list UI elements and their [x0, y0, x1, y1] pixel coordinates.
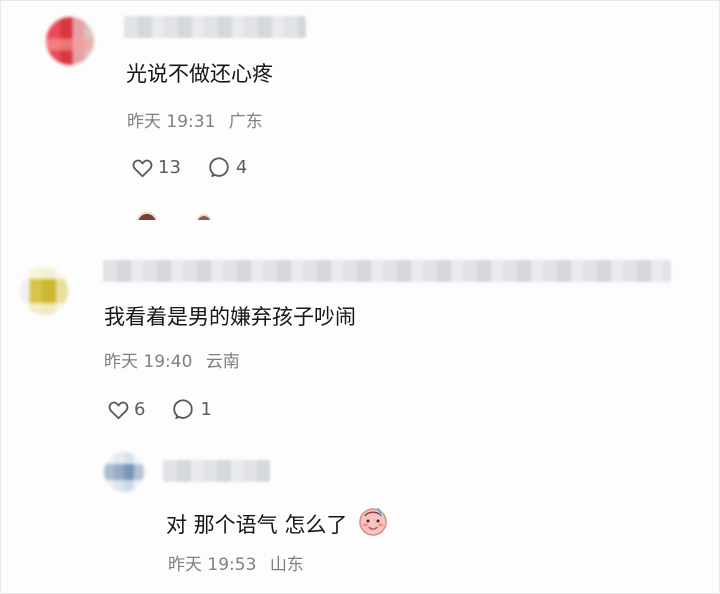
like-count: 6	[134, 398, 146, 420]
speech-bubble-icon	[209, 156, 232, 178]
comment-location: 云南	[205, 352, 240, 372]
comment-location: 广东	[228, 112, 263, 132]
comment-1: 光说不做还心疼 昨天 19:31 广东 13 4	[0, 0, 720, 220]
comment-meta: 昨天 19:31 广东	[127, 114, 263, 131]
comment-meta: 昨天 19:40 云南	[104, 354, 240, 371]
blushing-face-emoji	[357, 505, 389, 537]
reply-button[interactable]: 4	[209, 157, 247, 178]
comment-text: 对 那个语气 怎么了	[166, 513, 348, 537]
comment-2: 我看着是男的嫌弃孩子吵闹 昨天 19:40 云南 6 1	[0, 240, 720, 440]
username-blurred[interactable]	[124, 16, 306, 38]
reply-avatar	[136, 212, 158, 220]
reply-avatar	[196, 214, 212, 220]
comment-text: 我看着是男的嫌弃孩子吵闹	[104, 305, 356, 329]
username-blurred[interactable]	[163, 460, 270, 482]
avatar[interactable]	[20, 267, 68, 315]
like-button[interactable]: 13	[131, 157, 181, 178]
reply-count: 1	[200, 398, 212, 420]
comment-time: 昨天 19:31	[127, 112, 216, 132]
like-button[interactable]: 6	[107, 399, 145, 420]
comment-text-wrap: 对 那个语气 怎么了	[166, 505, 389, 537]
comment-text: 光说不做还心疼	[126, 62, 273, 86]
avatar[interactable]	[46, 17, 94, 65]
reply-avatar-strip[interactable]	[136, 210, 224, 220]
comment-location: 山东	[269, 555, 304, 575]
avatar[interactable]	[104, 452, 144, 492]
speech-bubble-icon	[173, 398, 196, 420]
heart-outline-icon	[107, 399, 130, 420]
like-count: 13	[158, 156, 181, 178]
reply-button[interactable]: 1	[173, 398, 212, 420]
reply-comment: 对 那个语气 怎么了 昨天 19:53 山东	[0, 440, 720, 594]
comment-time: 昨天 19:40	[104, 352, 193, 372]
reply-count: 4	[235, 156, 248, 178]
username-blurred[interactable]	[103, 260, 671, 282]
comment-actions: 13 4	[131, 155, 247, 179]
comment-meta: 昨天 19:53 山东	[168, 557, 304, 574]
comment-actions: 6 1	[107, 397, 212, 421]
heart-outline-icon	[131, 157, 154, 178]
comment-time: 昨天 19:53	[168, 555, 257, 575]
